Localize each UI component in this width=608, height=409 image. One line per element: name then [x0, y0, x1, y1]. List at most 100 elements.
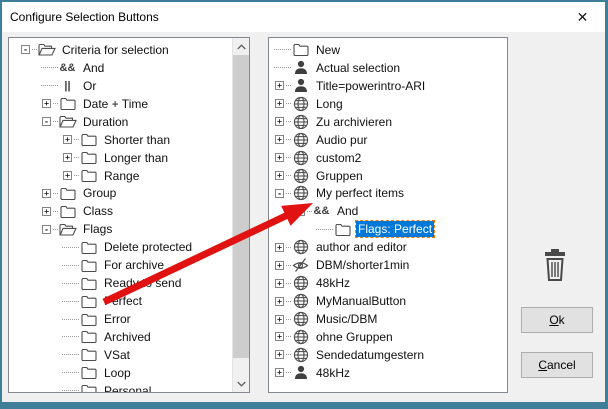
tree-item[interactable]: Ready to send: [9, 274, 232, 292]
tree-item-label[interactable]: Gruppen: [314, 168, 365, 184]
tree-item-label[interactable]: My perfect items: [314, 185, 406, 201]
tree-item[interactable]: VSat: [9, 346, 232, 364]
expand-toggle-icon[interactable]: +: [275, 243, 284, 252]
scroll-up-icon[interactable]: [233, 38, 250, 55]
tree-item[interactable]: +author and editor: [269, 238, 507, 256]
tree-item-label[interactable]: MyManualButton: [314, 293, 408, 309]
tree-item[interactable]: - Duration: [9, 113, 232, 131]
tree-item[interactable]: + Sendedatumgestern: [269, 346, 507, 364]
tree-item[interactable]: Actual selection: [269, 59, 507, 77]
expand-toggle-icon[interactable]: +: [275, 81, 284, 90]
tree-item[interactable]: + Longer than: [9, 149, 232, 167]
collapse-toggle-icon[interactable]: -: [275, 189, 284, 198]
cancel-button[interactable]: Cancel: [521, 352, 593, 378]
tree-item-label[interactable]: Music/DBM: [314, 311, 379, 327]
tree-item-label[interactable]: Class: [81, 203, 115, 219]
close-button[interactable]: ✕: [560, 2, 605, 32]
tree-item[interactable]: - Criteria for selection: [9, 41, 232, 59]
expand-toggle-icon[interactable]: +: [63, 153, 72, 162]
tree-item-label[interactable]: 48kHz: [314, 275, 352, 291]
tree-item[interactable]: For archive: [9, 256, 232, 274]
tree-item[interactable]: + MyManualButton: [269, 292, 507, 310]
scroll-down-icon[interactable]: [233, 375, 250, 392]
tree-item[interactable]: + Shorter than: [9, 131, 232, 149]
expand-toggle-icon[interactable]: +: [275, 279, 284, 288]
tree-item[interactable]: +ohne Gruppen: [269, 328, 507, 346]
expand-toggle-icon[interactable]: +: [42, 189, 51, 198]
ok-button[interactable]: Ok: [521, 307, 593, 333]
tree-item-label[interactable]: 48kHz: [314, 365, 352, 381]
tree-item-label[interactable]: Perfect: [102, 293, 144, 309]
tree-item-label[interactable]: Archived: [102, 329, 153, 345]
tree-item[interactable]: + custom2: [269, 149, 507, 167]
tree-item[interactable]: Flags: Perfect: [269, 220, 507, 238]
expand-toggle-icon[interactable]: +: [275, 315, 284, 324]
tree-item[interactable]: +DBM/shorter1min: [269, 256, 507, 274]
tree-item-label[interactable]: And: [335, 203, 360, 219]
expand-toggle-icon[interactable]: +: [63, 135, 72, 144]
tree-item-label[interactable]: Shorter than: [102, 132, 172, 148]
expand-toggle-icon[interactable]: +: [275, 117, 284, 126]
expand-toggle-icon[interactable]: +: [42, 99, 51, 108]
tree-item[interactable]: -&&And: [269, 202, 507, 220]
tree-item[interactable]: +Range: [9, 167, 232, 185]
tree-item[interactable]: Perfect: [9, 292, 232, 310]
tree-item[interactable]: + Audio pur: [269, 131, 507, 149]
tree-item[interactable]: - My perfect items: [269, 185, 507, 203]
tree-item-label[interactable]: For archive: [102, 257, 166, 273]
collapse-toggle-icon[interactable]: -: [296, 207, 305, 216]
tree-item-label[interactable]: Duration: [81, 114, 130, 130]
collapse-toggle-icon[interactable]: -: [42, 225, 51, 234]
collapse-toggle-icon[interactable]: -: [42, 117, 51, 126]
tree-item-label[interactable]: DBM/shorter1min: [314, 257, 411, 273]
tree-item-label[interactable]: Delete protected: [102, 239, 194, 255]
tree-item[interactable]: - Flags: [9, 220, 232, 238]
expand-toggle-icon[interactable]: +: [275, 135, 284, 144]
expand-toggle-icon[interactable]: +: [63, 171, 72, 180]
tree-item[interactable]: Archived: [9, 328, 232, 346]
tree-item[interactable]: &&And: [9, 59, 232, 77]
tree-item[interactable]: +48kHz: [269, 274, 507, 292]
tree-item[interactable]: + Date + Time: [9, 95, 232, 113]
tree-item-label[interactable]: Zu archivieren: [314, 114, 394, 130]
tree-item[interactable]: +Group: [9, 185, 232, 203]
trash-icon[interactable]: [541, 247, 569, 283]
tree-item-label[interactable]: Date + Time: [81, 96, 150, 112]
tree-item[interactable]: Error: [9, 310, 232, 328]
expand-toggle-icon[interactable]: +: [275, 171, 284, 180]
vertical-scrollbar[interactable]: [232, 38, 249, 392]
tree-item[interactable]: + Music/DBM: [269, 310, 507, 328]
tree-item[interactable]: ||Or: [9, 77, 232, 95]
tree-item[interactable]: + Long: [269, 95, 507, 113]
tree-item[interactable]: Delete protected: [9, 238, 232, 256]
tree-item-label[interactable]: Error: [102, 311, 133, 327]
tree-item-label[interactable]: VSat: [102, 347, 132, 363]
tree-item[interactable]: +48kHz: [269, 364, 507, 382]
tree-item-label[interactable]: Audio pur: [314, 132, 369, 148]
collapse-toggle-icon[interactable]: -: [21, 45, 30, 54]
tree-item-label[interactable]: Loop: [102, 365, 133, 381]
tree-item-label[interactable]: Criteria for selection: [60, 42, 171, 58]
tree-item-label[interactable]: Title=powerintro-ARI: [314, 78, 427, 94]
tree-item-label[interactable]: Personal: [102, 383, 153, 392]
tree-item[interactable]: + Zu archivieren: [269, 113, 507, 131]
tree-item[interactable]: New: [269, 41, 507, 59]
expand-toggle-icon[interactable]: +: [275, 368, 284, 377]
tree-item-label[interactable]: Flags: Perfect: [356, 221, 434, 237]
tree-item-label[interactable]: ohne Gruppen: [314, 329, 395, 345]
tree-item-label[interactable]: Sendedatumgestern: [314, 347, 426, 363]
expand-toggle-icon[interactable]: +: [275, 350, 284, 359]
tree-item-label[interactable]: custom2: [314, 150, 363, 166]
expand-toggle-icon[interactable]: +: [275, 153, 284, 162]
tree-item[interactable]: Loop: [9, 364, 232, 382]
tree-item-label[interactable]: Or: [81, 78, 98, 94]
tree-item-label[interactable]: Flags: [81, 221, 114, 237]
tree-item-label[interactable]: Longer than: [102, 150, 170, 166]
expand-toggle-icon[interactable]: +: [275, 99, 284, 108]
expand-toggle-icon[interactable]: +: [275, 297, 284, 306]
tree-item-label[interactable]: Long: [314, 96, 345, 112]
tree-item[interactable]: + Title=powerintro-ARI: [269, 77, 507, 95]
tree-item[interactable]: +Class: [9, 202, 232, 220]
tree-item[interactable]: Personal: [9, 382, 232, 392]
tree-item-label[interactable]: Actual selection: [314, 60, 402, 76]
